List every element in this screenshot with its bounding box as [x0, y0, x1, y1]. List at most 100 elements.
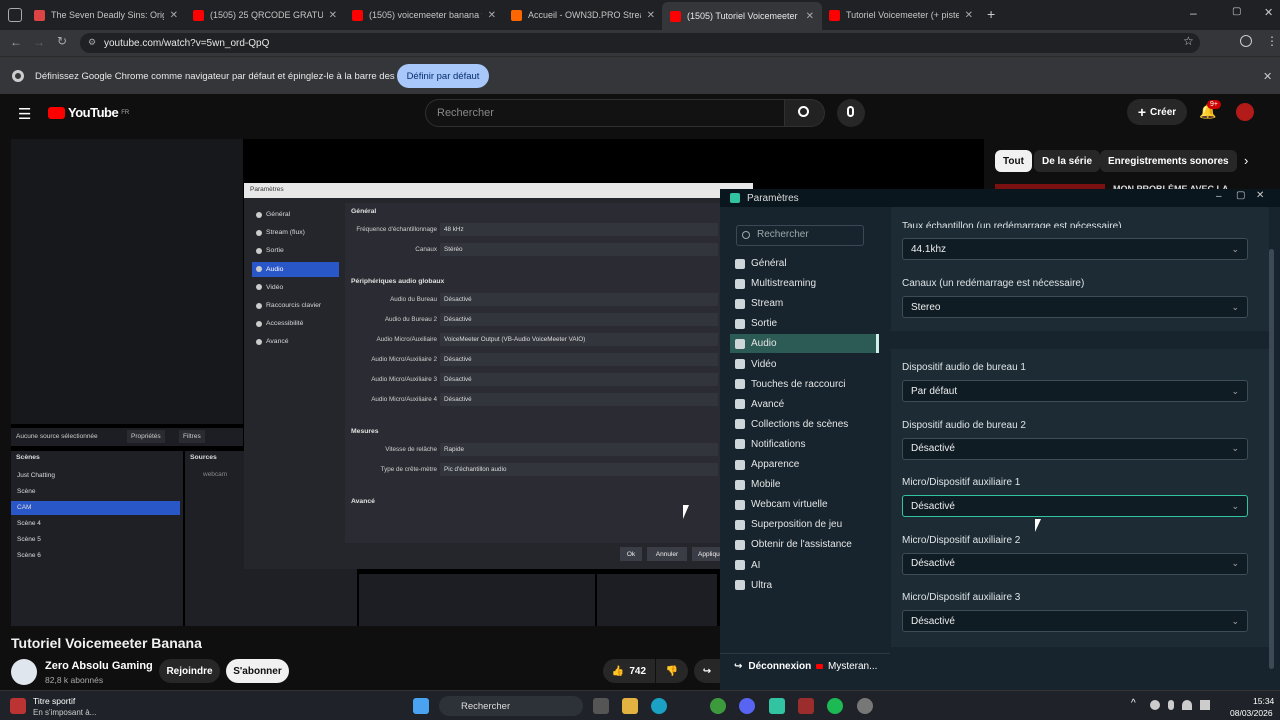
avatar[interactable]: [1236, 103, 1254, 121]
obs-field-select[interactable]: Désactivé: [440, 293, 718, 306]
settings-nav-item[interactable]: Mobile: [730, 475, 879, 494]
tab-close-icon[interactable]: ✕: [965, 10, 973, 21]
obs-nav-item[interactable]: Général: [252, 207, 339, 222]
clock-date[interactable]: 08/03/2026: [1230, 708, 1273, 718]
scene-item[interactable]: Scène: [11, 485, 180, 499]
settings-nav-item[interactable]: Obtenir de l'assistance: [730, 535, 879, 554]
menu-icon[interactable]: ⋮: [1266, 34, 1278, 48]
sl-close-button[interactable]: ✕: [1256, 190, 1264, 201]
search-input[interactable]: Rechercher: [425, 99, 785, 127]
obs-field-select[interactable]: Rapide: [440, 443, 718, 456]
browser-tab[interactable]: (1505) Tutoriel Voicemeeter Ban ✕: [662, 2, 822, 30]
dislike-button[interactable]: 👎: [656, 659, 688, 683]
settings-nav-item[interactable]: Stream: [730, 294, 879, 313]
profile-icon[interactable]: [1240, 35, 1252, 47]
browser-tab[interactable]: Tutoriel Voicemeeter (+ piste V ✕: [821, 4, 981, 26]
maximize-button[interactable]: ▢: [1232, 6, 1241, 17]
mic-tray-icon[interactable]: [1168, 700, 1174, 710]
channel-name[interactable]: Zero Absolu Gaming: [45, 660, 153, 672]
device-select[interactable]: Désactivé ⌄: [902, 495, 1248, 518]
tray-icons[interactable]: [1150, 700, 1222, 712]
obs-field-select[interactable]: Pic d'échantillon audio: [440, 463, 718, 476]
obs-field-select[interactable]: Désactivé: [440, 313, 718, 326]
device-select[interactable]: Désactivé ⌄: [902, 610, 1248, 633]
url-bar[interactable]: ⚙ youtube.com/watch?v=5wn_ord-QpQ: [80, 33, 1200, 53]
discord-icon[interactable]: [739, 698, 755, 714]
chips-next-icon[interactable]: ›: [1244, 153, 1248, 168]
logout-button[interactable]: ↪ Déconnexion: [734, 661, 811, 672]
tab-search-icon[interactable]: [8, 8, 22, 22]
scene-item[interactable]: CAM: [11, 501, 180, 515]
settings-nav-item[interactable]: Touches de raccourci: [730, 375, 879, 394]
obs-field-select[interactable]: Désactivé: [440, 373, 718, 386]
volume-icon[interactable]: [1200, 700, 1210, 710]
share-button[interactable]: ↪: [694, 659, 720, 683]
settings-nav-item[interactable]: Audio: [730, 334, 879, 354]
sl-minimize-button[interactable]: –: [1216, 191, 1222, 202]
spotify-icon[interactable]: [827, 698, 843, 714]
scene-item[interactable]: Just Chatting: [11, 469, 180, 483]
settings-search-input[interactable]: Rechercher: [736, 225, 864, 246]
infobar-close-icon[interactable]: ✕: [1263, 70, 1272, 83]
bookmark-star-icon[interactable]: ☆: [1183, 34, 1194, 48]
cloud-icon[interactable]: [1150, 700, 1160, 710]
widget-title[interactable]: Titre sportif: [33, 696, 75, 706]
chip-all[interactable]: Tout: [995, 150, 1032, 172]
tray-chevron-icon[interactable]: ^: [1131, 698, 1136, 709]
tab-close-icon[interactable]: ✕: [647, 10, 655, 21]
obs-field-select[interactable]: 48 kHz: [440, 223, 718, 236]
obs-field-select[interactable]: Désactivé: [440, 393, 718, 406]
edge-icon[interactable]: [651, 698, 667, 714]
join-button[interactable]: Rejoindre: [159, 659, 220, 683]
site-info-icon[interactable]: ⚙: [88, 37, 96, 48]
tab-close-icon[interactable]: ✕: [329, 10, 337, 21]
user-account[interactable]: Mysteran...: [816, 661, 877, 672]
browser-tab[interactable]: Accueil - OWN3D.PRO Streaming ✕: [503, 4, 663, 26]
settings-nav-item[interactable]: Collections de scènes: [730, 415, 879, 434]
channel-avatar[interactable]: [11, 659, 37, 685]
settings-nav-item[interactable]: Sortie: [730, 314, 879, 333]
streamlabs-taskbar-icon[interactable]: [769, 698, 785, 714]
browser-tab[interactable]: (1505) 25 QRCODE GRATUIT 🎁 ✕: [185, 4, 345, 26]
file-explorer-icon[interactable]: [622, 698, 638, 714]
close-window-button[interactable]: ✕: [1264, 6, 1273, 19]
reload-icon[interactable]: ↻: [57, 34, 67, 48]
settings-nav-item[interactable]: Superposition de jeu: [730, 515, 879, 534]
start-windows-icon[interactable]: [413, 698, 429, 714]
chip-series[interactable]: De la série: [1034, 150, 1101, 172]
forward-icon[interactable]: →: [33, 35, 45, 49]
hamburger-menu-icon[interactable]: ☰: [18, 105, 31, 123]
source-item[interactable]: webcam: [203, 471, 227, 478]
scene-item[interactable]: Scène 4: [11, 517, 180, 531]
sample-rate-select[interactable]: 44.1khz ⌄: [902, 238, 1248, 260]
browser-tab[interactable]: The Seven Deadly Sins: Origin ✕: [26, 4, 186, 26]
device-select[interactable]: Désactivé ⌄: [902, 437, 1248, 460]
obs-field-select[interactable]: Stéréo: [440, 243, 718, 256]
settings-nav-item[interactable]: Apparence: [730, 455, 879, 474]
obs-nav-item[interactable]: Audio: [252, 261, 339, 277]
obs-cancel-button[interactable]: Annuler: [647, 547, 687, 561]
taskbar-search[interactable]: Rechercher: [439, 696, 583, 716]
scene-item[interactable]: Scène 5: [11, 533, 180, 547]
settings-nav-item[interactable]: Avancé: [730, 395, 879, 414]
settings-nav-item[interactable]: Général: [730, 254, 879, 273]
channels-select[interactable]: Stereo ⌄: [902, 296, 1248, 318]
like-button[interactable]: 👍 742: [603, 659, 655, 683]
properties-button[interactable]: Propriétés: [127, 430, 165, 443]
settings-nav-item[interactable]: Webcam virtuelle: [730, 495, 879, 514]
settings-nav-item[interactable]: AI: [730, 556, 879, 575]
settings-nav-item[interactable]: Ultra: [730, 576, 879, 595]
obs-field-select[interactable]: VoiceMeeter Output (VB-Audio VoiceMeeter…: [440, 333, 718, 346]
subscribe-button[interactable]: S'abonner: [226, 659, 289, 683]
minimize-button[interactable]: –: [1190, 6, 1197, 20]
voice-search-button[interactable]: [837, 99, 865, 127]
obs-ok-button[interactable]: Ok: [620, 547, 642, 561]
tab-close-icon[interactable]: ✕: [488, 10, 496, 21]
wifi-icon[interactable]: [1182, 700, 1192, 710]
device-select[interactable]: Par défaut ⌄: [902, 380, 1248, 402]
tab-close-icon[interactable]: ✕: [170, 10, 178, 21]
scene-item[interactable]: Scène 6: [11, 549, 180, 563]
settings-gear-icon[interactable]: [857, 698, 873, 714]
obs-nav-item[interactable]: Vidéo: [252, 280, 339, 295]
settings-nav-item[interactable]: Vidéo: [730, 355, 879, 374]
